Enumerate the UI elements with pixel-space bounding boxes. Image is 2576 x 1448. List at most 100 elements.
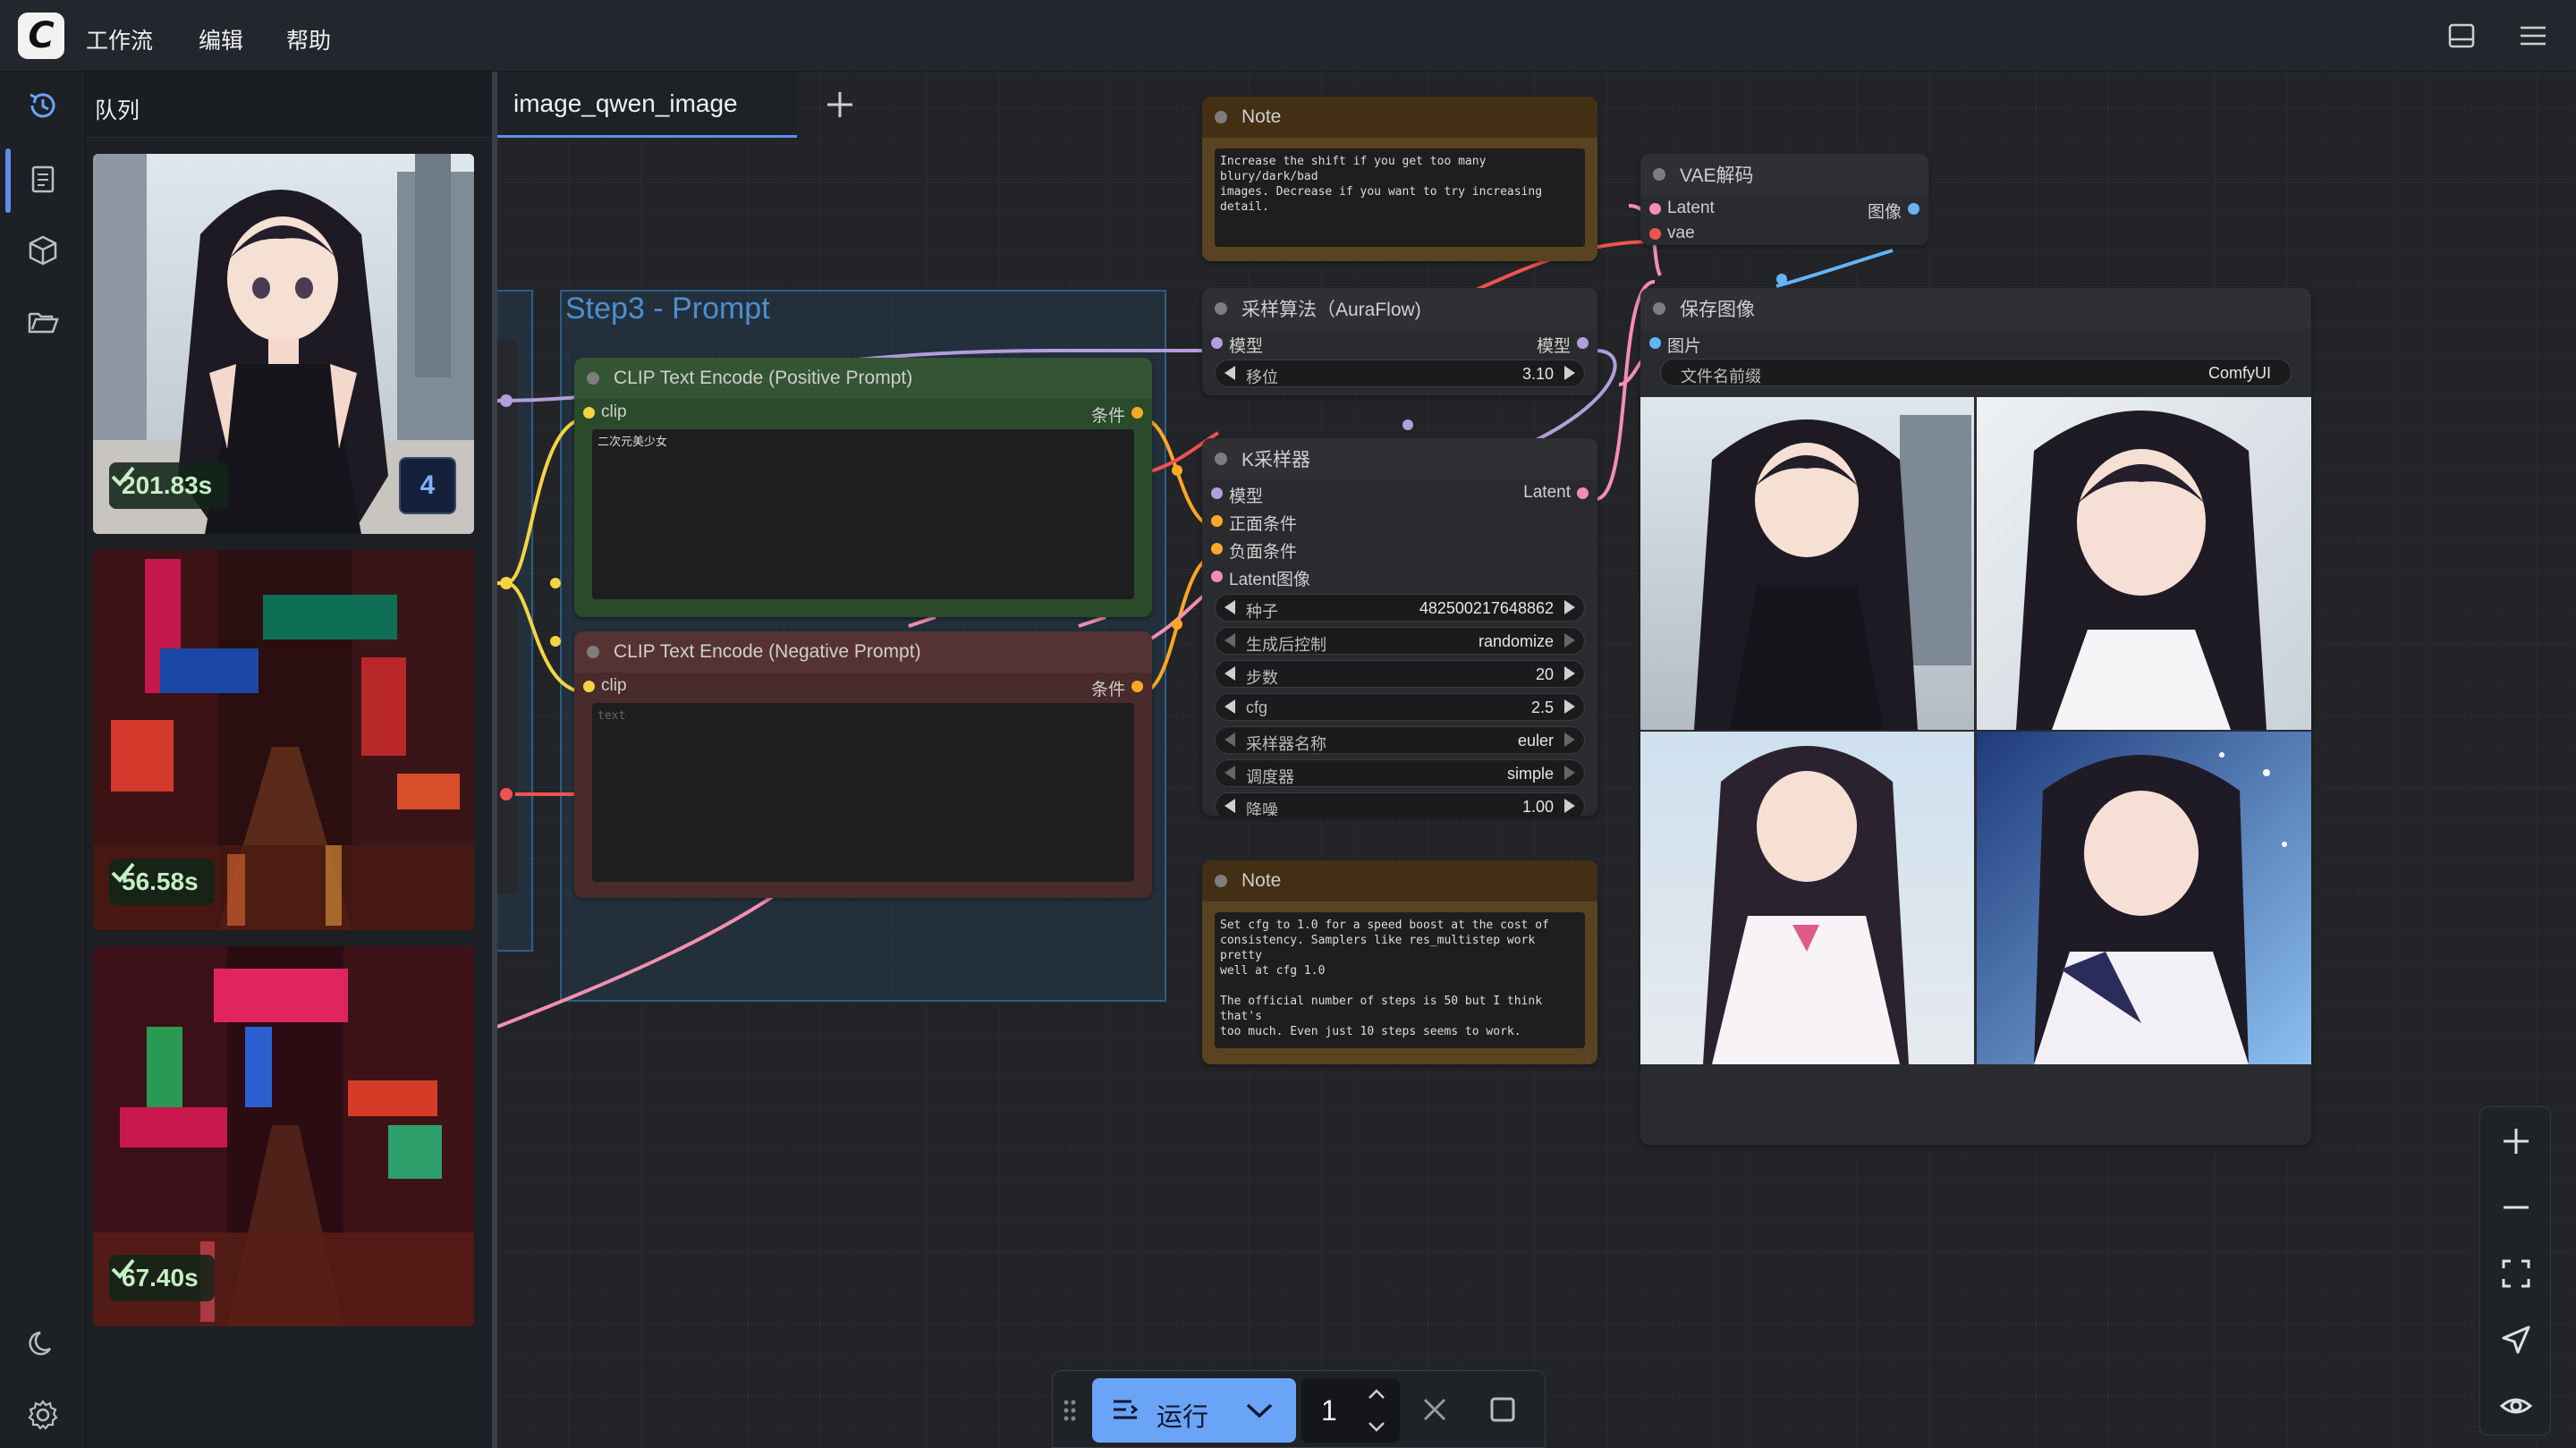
- add-tab-plus-icon[interactable]: [815, 80, 865, 130]
- input-socket-negative[interactable]: [1211, 543, 1223, 555]
- node-header[interactable]: Note: [1202, 97, 1597, 138]
- collapse-dot[interactable]: [1215, 875, 1227, 887]
- fit-view-icon[interactable]: [2498, 1256, 2534, 1291]
- input-socket-positive[interactable]: [1211, 515, 1223, 527]
- filename-prefix-widget[interactable]: 文件名前缀 ComfyUI: [1660, 359, 2292, 386]
- select-pointer-icon[interactable]: [2498, 1322, 2534, 1358]
- zoom-in-plus-icon[interactable]: [2498, 1123, 2534, 1159]
- decrement-arrow-icon[interactable]: [1224, 600, 1235, 614]
- collapse-dot[interactable]: [1215, 302, 1227, 315]
- increment-arrow-icon[interactable]: [1564, 633, 1575, 648]
- workflows-folder-icon[interactable]: [25, 304, 61, 340]
- control-after-generate-widget[interactable]: 生成后控制 randomize: [1215, 627, 1585, 655]
- denoise-widget[interactable]: 降噪 1.00: [1215, 792, 1585, 816]
- shift-widget[interactable]: 移位 3.10: [1215, 360, 1585, 387]
- input-socket-vae[interactable]: [1649, 228, 1661, 240]
- drag-handle-icon[interactable]: [1062, 1398, 1078, 1423]
- output-socket-latent[interactable]: [1577, 487, 1589, 499]
- hamburger-menu-icon[interactable]: [2517, 20, 2549, 52]
- collapse-dot[interactable]: [587, 372, 599, 385]
- note-text[interactable]: Set cfg to 1.0 for a speed boost at the …: [1215, 912, 1585, 1048]
- decrement-arrow-icon[interactable]: [1224, 366, 1235, 380]
- image-count-badge[interactable]: 4: [399, 457, 456, 514]
- chevron-down-icon[interactable]: [1244, 1400, 1275, 1421]
- queue-item[interactable]: 67.40s: [93, 946, 474, 1326]
- note-text[interactable]: Increase the shift if you get too many b…: [1215, 148, 1585, 247]
- increment-arrow-icon[interactable]: [1564, 799, 1575, 813]
- toggle-links-eye-icon[interactable]: [2498, 1388, 2534, 1424]
- node-clip-text-encode-negative[interactable]: CLIP Text Encode (Negative Prompt) clip …: [574, 631, 1152, 898]
- decrement-arrow-icon[interactable]: [1224, 666, 1235, 681]
- output-socket-conditioning[interactable]: [1131, 407, 1143, 419]
- cancel-x-icon[interactable]: [1419, 1394, 1450, 1425]
- batch-count-input[interactable]: 1: [1301, 1378, 1400, 1443]
- increment-arrow-icon[interactable]: [1564, 699, 1575, 714]
- chevron-up-icon[interactable]: [1366, 1385, 1387, 1403]
- run-button[interactable]: 运行: [1092, 1378, 1296, 1443]
- increment-arrow-icon[interactable]: [1564, 666, 1575, 681]
- input-socket-clip[interactable]: [583, 681, 595, 692]
- input-socket-model[interactable]: [1211, 337, 1223, 349]
- sampler-name-widget[interactable]: 采样器名称 euler: [1215, 726, 1585, 754]
- scheduler-widget[interactable]: 调度器 simple: [1215, 759, 1585, 787]
- decrement-arrow-icon[interactable]: [1224, 799, 1235, 813]
- collapse-dot[interactable]: [587, 646, 599, 658]
- input-socket-model[interactable]: [1211, 487, 1223, 499]
- node-note-shift[interactable]: Note Increase the shift if you get too m…: [1202, 97, 1597, 261]
- toggle-panel-icon[interactable]: [2445, 20, 2478, 52]
- seed-widget[interactable]: 种子 482500217648862: [1215, 594, 1585, 622]
- history-queue-icon[interactable]: [25, 88, 61, 123]
- decrement-arrow-icon[interactable]: [1224, 732, 1235, 747]
- input-socket-images[interactable]: [1649, 337, 1661, 349]
- node-header[interactable]: 保存图像: [1640, 288, 2311, 329]
- prompt-textarea[interactable]: 二次元美少女: [592, 429, 1134, 599]
- increment-arrow-icon[interactable]: [1564, 366, 1575, 380]
- input-socket-latent-image[interactable]: [1211, 571, 1223, 582]
- output-socket-image[interactable]: [1908, 203, 1919, 215]
- increment-arrow-icon[interactable]: [1564, 766, 1575, 780]
- output-socket-model[interactable]: [1577, 337, 1589, 349]
- node-clip-text-encode-positive[interactable]: CLIP Text Encode (Positive Prompt) clip …: [574, 358, 1152, 617]
- input-socket-latent[interactable]: [1649, 203, 1661, 215]
- node-header[interactable]: 采样算法（AuraFlow): [1202, 288, 1597, 329]
- increment-arrow-icon[interactable]: [1564, 600, 1575, 614]
- output-image-grid[interactable]: [1640, 397, 2311, 1064]
- queue-item[interactable]: 201.83s 4: [93, 154, 474, 534]
- collapse-dot[interactable]: [1653, 168, 1665, 181]
- node-ksampler[interactable]: K采样器 模型 Latent 正面条件 负面条件 Latent图像 种子 482…: [1202, 438, 1597, 816]
- workflow-canvas[interactable]: Step3 - Prompt image_qwen_image CLIP Tex…: [497, 72, 2576, 1448]
- queue-item[interactable]: 56.58s: [93, 550, 474, 930]
- theme-moon-icon[interactable]: [25, 1325, 61, 1361]
- negative-prompt-textarea[interactable]: text: [592, 703, 1134, 882]
- collapse-dot[interactable]: [1215, 111, 1227, 123]
- node-vae-decode[interactable]: VAE解码 Latent 图像 vae: [1640, 154, 1928, 245]
- node-library-icon[interactable]: [25, 161, 61, 197]
- output-socket-conditioning[interactable]: [1131, 681, 1143, 692]
- collapse-dot[interactable]: [1653, 302, 1665, 315]
- decrement-arrow-icon[interactable]: [1224, 766, 1235, 780]
- decrement-arrow-icon[interactable]: [1224, 699, 1235, 714]
- node-header[interactable]: K采样器: [1202, 438, 1597, 479]
- increment-arrow-icon[interactable]: [1564, 732, 1575, 747]
- node-save-image[interactable]: 保存图像 图片 文件名前缀 ComfyUI: [1640, 288, 2311, 1145]
- node-header[interactable]: VAE解码: [1640, 154, 1928, 195]
- steps-widget[interactable]: 步数 20: [1215, 660, 1585, 688]
- comfyui-logo[interactable]: C: [18, 13, 64, 59]
- menu-edit[interactable]: 编辑: [199, 23, 243, 55]
- node-header[interactable]: CLIP Text Encode (Negative Prompt): [574, 631, 1152, 673]
- cfg-widget[interactable]: cfg 2.5: [1215, 693, 1585, 721]
- zoom-out-minus-icon[interactable]: [2498, 1190, 2534, 1225]
- model-library-cube-icon[interactable]: [25, 233, 61, 268]
- collapse-dot[interactable]: [1215, 453, 1227, 465]
- stop-square-icon[interactable]: [1487, 1394, 1518, 1425]
- node-header[interactable]: Note: [1202, 860, 1597, 902]
- tab-image-qwen-image[interactable]: image_qwen_image: [497, 72, 797, 138]
- node-model-sampling-auraflow[interactable]: 采样算法（AuraFlow) 模型 模型 移位 3.10: [1202, 288, 1597, 395]
- node-note-cfg[interactable]: Note Set cfg to 1.0 for a speed boost at…: [1202, 860, 1597, 1064]
- settings-gear-icon[interactable]: [25, 1397, 61, 1433]
- input-socket-clip[interactable]: [583, 407, 595, 419]
- chevron-down-icon[interactable]: [1366, 1418, 1387, 1435]
- menu-workflow[interactable]: 工作流: [86, 23, 153, 55]
- menu-help[interactable]: 帮助: [286, 23, 331, 55]
- decrement-arrow-icon[interactable]: [1224, 633, 1235, 648]
